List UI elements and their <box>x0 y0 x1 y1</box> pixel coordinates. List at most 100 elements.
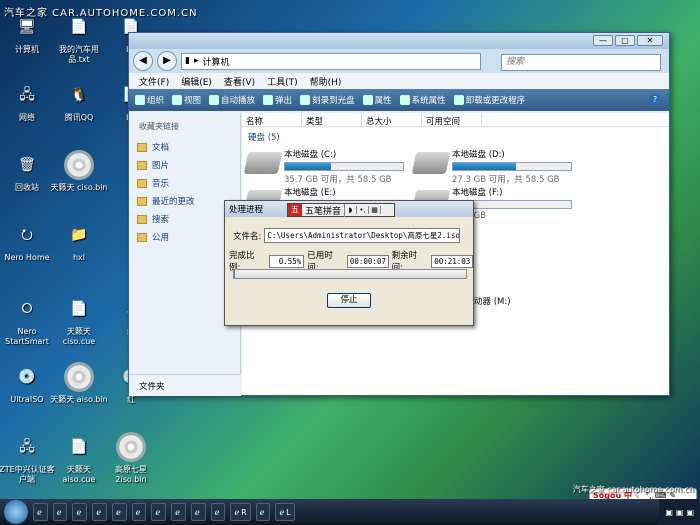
desktop-icon[interactable]: 📁 hxl <box>50 220 108 263</box>
taskbar-button[interactable]: ℯ <box>72 503 88 521</box>
system-tray: ▣ ▣ ▣ <box>659 499 700 525</box>
tray-icon[interactable]: ▣ <box>676 508 684 517</box>
tray-icon[interactable]: ▣ <box>665 508 673 517</box>
desktop-icon[interactable]: 🐧 腾讯QQ <box>50 80 108 123</box>
properties-icon <box>362 95 373 105</box>
search-input[interactable]: 搜索 <box>501 54 661 71</box>
desktop-icon[interactable]: 📄 我的汽车用品.txt <box>50 12 108 65</box>
help-icon[interactable]: ? <box>649 94 661 106</box>
desktop-icon[interactable]: 🖥 计算机 <box>0 12 56 55</box>
tray-icon[interactable]: ▣ <box>686 508 694 517</box>
taskbar-button-label: L <box>286 507 291 517</box>
taskbar-button[interactable]: ℯ <box>33 503 48 521</box>
minimize-button[interactable]: — <box>593 35 613 46</box>
taskbar-button[interactable]: ℯ <box>52 503 68 521</box>
progress-dialog: 处理进程 文件名: C:\Users\Administrator\Desktop… <box>224 200 474 326</box>
favorite-label: 搜索 <box>152 215 170 225</box>
forward-button[interactable]: ▶ <box>157 51 177 71</box>
column-header[interactable]: 总大小 <box>362 113 422 127</box>
toolbar-button-label: 刻录到光盘 <box>312 96 355 106</box>
taskbar-button[interactable]: ℯ <box>151 503 167 521</box>
drive-info: 本地磁盘 (D:) 27.3 GB 可用，共 58.5 GB <box>452 148 572 185</box>
toolbar-button[interactable]: 系统属性 <box>399 94 446 106</box>
folder-icon <box>137 232 147 242</box>
taskbar-button[interactable]: ℯ <box>92 503 107 521</box>
close-button[interactable]: ✕ <box>637 35 663 46</box>
favorite-link[interactable]: 音乐 <box>129 174 240 192</box>
taskbar-button[interactable]: ℯ <box>255 503 271 521</box>
desktop-icon[interactable]: 天籁天 ciso.bin <box>50 150 108 193</box>
taskbar-button[interactable]: ℯ <box>210 503 226 521</box>
punctuation-icon[interactable]: •, <box>357 206 370 214</box>
nero-startsmart-icon: ⭘ <box>21 301 33 317</box>
desktop-icon-label: 天籁天 aiso.cue <box>62 465 96 484</box>
address-field[interactable]: ▮ ▸ 计算机 <box>181 52 481 70</box>
taskbar-button[interactable]: ℯL <box>275 503 295 521</box>
ie-icon: ℯ <box>279 507 285 517</box>
taskbar-button[interactable]: ℯ <box>111 503 127 521</box>
ie-icon: ℯ <box>135 507 141 517</box>
drive-free-space: 27.3 GB 可用，共 58.5 GB <box>452 175 560 185</box>
desktop-icon[interactable]: 🖧 ZTE中兴认证客户端 <box>0 432 56 485</box>
folder-icon <box>137 214 147 224</box>
ie-icon: ℯ <box>115 507 121 517</box>
views-icon <box>172 95 183 105</box>
desktop-icon-label: ZTE中兴认证客户端 <box>0 465 55 484</box>
ie-icon: ℯ <box>234 507 240 517</box>
desktop-icon[interactable]: 🖧 网络 <box>0 80 56 123</box>
maximize-button[interactable]: ▢ <box>615 35 635 46</box>
stop-button[interactable]: 停止 <box>327 293 371 308</box>
taskbar-button[interactable]: ℯ <box>171 503 186 521</box>
desktop-icon[interactable]: ⭮ Nero Home <box>0 220 56 263</box>
half-width-icon[interactable]: ◗ <box>345 206 358 214</box>
favorite-label: 音乐 <box>152 179 170 189</box>
toolbar-button[interactable]: 卸载或更改程序 <box>453 94 525 106</box>
menu-item[interactable]: 帮助(H) <box>310 75 342 88</box>
cue-file-icon: 📄 <box>70 439 88 455</box>
menu-item[interactable]: 工具(T) <box>267 75 298 88</box>
folders-toggle[interactable]: 文件夹 <box>129 374 241 396</box>
desktop-icon[interactable]: 💿 UltraISO <box>0 362 56 405</box>
drive-item[interactable]: 本地磁盘 (C:) 35.7 GB 可用，共 58.5 GB <box>243 148 404 185</box>
removable-drive-label[interactable]: 动器 (M:) <box>474 295 511 307</box>
elapsed-value: 00:00:07 <box>346 254 389 268</box>
back-button[interactable]: ◀ <box>133 51 153 71</box>
toolbar-button[interactable]: 组织 <box>135 94 164 106</box>
toolbar-button[interactable]: 刻录到光盘 <box>300 94 355 106</box>
network-icon: 🖧 <box>19 87 35 103</box>
desktop-icon[interactable]: 📄 天籁天 aiso.cue <box>50 432 108 485</box>
menu-item[interactable]: 编辑(E) <box>181 75 212 88</box>
desktop-icon[interactable]: 天籁天 aiso.bin <box>50 362 108 405</box>
toolbar-button-label: 系统属性 <box>411 96 446 106</box>
favorite-link[interactable]: 图片 <box>129 156 240 174</box>
toolbar-button[interactable]: 弹出 <box>263 94 292 106</box>
favorite-link[interactable]: 文档 <box>129 138 240 156</box>
desktop-icon-label: 天籁天 ciso.cue <box>62 327 96 346</box>
start-button[interactable] <box>4 500 28 524</box>
toolbar-button[interactable]: 自动播放 <box>209 94 255 106</box>
menu-item[interactable]: 文件(F) <box>139 75 169 88</box>
favorite-label: 文档 <box>152 143 170 153</box>
column-header[interactable]: 名称 <box>242 113 302 127</box>
taskbar-button[interactable]: ℯ <box>190 503 206 521</box>
ime-toolbar: 五 五笔拼音 ◗ •, ▦ <box>287 203 395 217</box>
drive-item[interactable]: 本地磁盘 (D:) 27.3 GB 可用，共 58.5 GB <box>411 148 572 185</box>
desktop-icon[interactable]: 📄 天籁天 ciso.cue <box>50 294 108 347</box>
toolbar-button-label: 自动播放 <box>221 96 256 106</box>
desktop-icon[interactable]: ⭘ Nero StartSmart <box>0 294 56 347</box>
taskbar-button[interactable]: ℯR <box>230 503 251 521</box>
ime-name[interactable]: 五笔拼音 <box>302 203 346 217</box>
drive-name: 本地磁盘 (F:) <box>452 188 503 198</box>
desktop-icon[interactable]: 高原七星 2iso.bin <box>102 432 160 485</box>
ie-icon: ℯ <box>76 507 82 517</box>
toolbar-button[interactable]: 属性 <box>362 94 392 106</box>
group-header-hard-disks[interactable]: 硬盘 (5) <box>242 127 669 147</box>
column-header[interactable]: 类型 <box>302 113 362 127</box>
toolbar-button[interactable]: 视图 <box>172 94 201 106</box>
hard-drive-icon <box>411 152 451 174</box>
soft-keyboard-icon[interactable]: ▦ <box>369 206 382 214</box>
taskbar-button[interactable]: ℯ <box>131 503 147 521</box>
menu-item[interactable]: 查看(V) <box>224 75 255 88</box>
desktop-icon[interactable]: 🗑 回收站 <box>0 150 56 193</box>
column-header[interactable]: 可用空间 <box>422 113 482 127</box>
